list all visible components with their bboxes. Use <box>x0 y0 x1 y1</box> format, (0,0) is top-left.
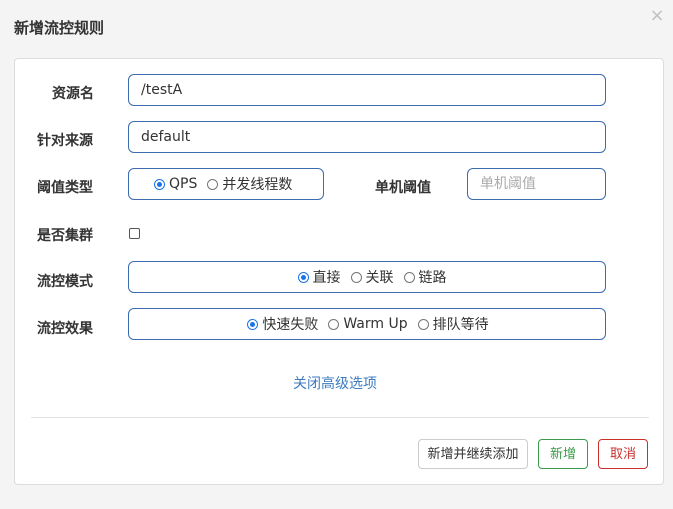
footer-divider <box>31 417 649 418</box>
radio-label: 快速失败 <box>262 317 319 333</box>
resource-name-input[interactable] <box>128 74 606 106</box>
radio-label: 直接 <box>312 270 341 286</box>
flow-rule-dialog: 新增流控规则 × 资源名 针对来源 阈值类型 QPS 并发线程数 单机阈值 是否… <box>0 0 673 509</box>
radio-unchecked-icon <box>403 271 415 283</box>
radio-label: Warm Up <box>343 316 408 332</box>
radio-label: 并发线程数 <box>222 177 293 193</box>
resource-name-label: 资源名 <box>52 86 94 102</box>
radio-unchecked-icon <box>207 178 219 190</box>
limit-app-input[interactable] <box>128 121 606 153</box>
cluster-checkbox[interactable] <box>129 228 140 239</box>
dialog-title: 新增流控规则 <box>14 19 105 37</box>
control-mode-label: 流控模式 <box>37 274 93 290</box>
cluster-label: 是否集群 <box>37 228 93 244</box>
close-icon[interactable]: × <box>647 6 667 26</box>
radio-checked-icon <box>297 271 309 283</box>
radio-label: 关联 <box>365 270 394 286</box>
radio-label: QPS <box>169 176 198 192</box>
control-effect-label: 流控效果 <box>37 321 93 337</box>
add-and-continue-button[interactable]: 新增并继续添加 <box>418 439 528 469</box>
limit-app-label: 针对来源 <box>37 133 93 149</box>
single-threshold-input[interactable] <box>467 168 606 200</box>
control-effect-warmup-radio[interactable]: Warm Up <box>328 316 408 332</box>
single-threshold-label: 单机阈值 <box>375 180 431 196</box>
threshold-type-thread-radio[interactable]: 并发线程数 <box>207 174 292 194</box>
control-mode-relate-radio[interactable]: 关联 <box>350 267 394 287</box>
threshold-type-qps-radio[interactable]: QPS <box>154 176 197 192</box>
radio-unchecked-icon <box>417 318 429 330</box>
radio-unchecked-icon <box>350 271 362 283</box>
form-panel: 资源名 针对来源 阈值类型 QPS 并发线程数 单机阈值 是否集群 流控模式 <box>14 58 664 485</box>
threshold-type-group: QPS 并发线程数 <box>128 168 324 200</box>
add-button[interactable]: 新增 <box>538 439 588 469</box>
control-mode-direct-radio[interactable]: 直接 <box>297 267 341 287</box>
threshold-type-label: 阈值类型 <box>37 180 93 196</box>
radio-checked-icon <box>247 318 259 330</box>
control-effect-queue-radio[interactable]: 排队等待 <box>417 314 489 334</box>
radio-label: 链路 <box>418 270 447 286</box>
control-mode-group: 直接 关联 链路 <box>128 261 606 293</box>
cancel-button[interactable]: 取消 <box>598 439 648 469</box>
advanced-options-toggle[interactable]: 关闭高级选项 <box>293 373 377 393</box>
control-mode-chain-radio[interactable]: 链路 <box>403 267 447 287</box>
radio-checked-icon <box>154 178 165 190</box>
radio-label: 排队等待 <box>432 317 489 333</box>
radio-unchecked-icon <box>328 318 340 330</box>
control-effect-group: 快速失败 Warm Up 排队等待 <box>128 308 606 340</box>
control-effect-fast-fail-radio[interactable]: 快速失败 <box>247 314 318 334</box>
